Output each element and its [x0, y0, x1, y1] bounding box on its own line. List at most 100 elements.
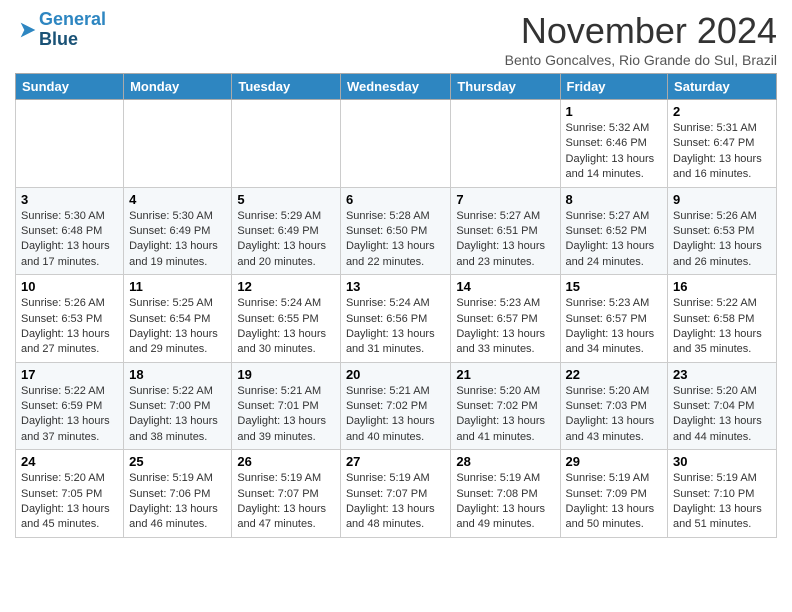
title-block: November 2024 Bento Goncalves, Rio Grand…	[505, 10, 777, 68]
calendar-day-cell: 12 Sunrise: 5:24 AM Sunset: 6:55 PM Dayli…	[232, 275, 341, 363]
calendar-day-cell: 1 Sunrise: 5:32 AM Sunset: 6:46 PM Daylig…	[560, 100, 668, 188]
month-title: November 2024	[505, 10, 777, 52]
calendar-day-cell	[451, 100, 560, 188]
day-number: 15	[566, 279, 663, 294]
day-number: 28	[456, 454, 554, 469]
day-number: 3	[21, 192, 118, 207]
calendar-day-cell: 26 Sunrise: 5:19 AM Sunset: 7:07 PM Dayli…	[232, 450, 341, 538]
logo-line2: Blue	[39, 29, 78, 49]
calendar-week-row: 1 Sunrise: 5:32 AM Sunset: 6:46 PM Daylig…	[16, 100, 777, 188]
day-number: 11	[129, 279, 226, 294]
day-number: 25	[129, 454, 226, 469]
day-info: Sunrise: 5:30 AM Sunset: 6:48 PM Dayligh…	[21, 209, 118, 271]
calendar-day-cell: 15 Sunrise: 5:23 AM Sunset: 6:57 PM Dayli…	[560, 275, 668, 363]
calendar-day-header: Friday	[560, 74, 668, 100]
day-info: Sunrise: 5:19 AM Sunset: 7:09 PM Dayligh…	[566, 471, 663, 533]
calendar-day-cell	[16, 100, 124, 188]
day-info: Sunrise: 5:19 AM Sunset: 7:08 PM Dayligh…	[456, 471, 554, 533]
calendar-table: SundayMondayTuesdayWednesdayThursdayFrid…	[15, 73, 777, 538]
calendar-day-cell	[232, 100, 341, 188]
logo-text: General Blue	[39, 10, 106, 50]
calendar-week-row: 10 Sunrise: 5:26 AM Sunset: 6:53 PM Dayli…	[16, 275, 777, 363]
day-number: 26	[237, 454, 335, 469]
logo-line1: General	[39, 9, 106, 29]
day-info: Sunrise: 5:26 AM Sunset: 6:53 PM Dayligh…	[21, 296, 118, 358]
day-number: 30	[673, 454, 771, 469]
calendar-day-cell: 18Sunrise: 5:22 AM Sunset: 7:00 PM Dayli…	[124, 362, 232, 450]
calendar-day-cell	[340, 100, 450, 188]
calendar-day-cell: 16Sunrise: 5:22 AM Sunset: 6:58 PM Dayli…	[668, 275, 777, 363]
calendar-day-cell: 5Sunrise: 5:29 AM Sunset: 6:49 PM Daylig…	[232, 187, 341, 275]
calendar-day-cell: 23 Sunrise: 5:20 AM Sunset: 7:04 PM Dayli…	[668, 362, 777, 450]
day-number: 27	[346, 454, 445, 469]
day-info: Sunrise: 5:19 AM Sunset: 7:07 PM Dayligh…	[237, 471, 335, 533]
day-info: Sunrise: 5:20 AM Sunset: 7:05 PM Dayligh…	[21, 471, 118, 533]
day-number: 18	[129, 367, 226, 382]
calendar-day-header: Sunday	[16, 74, 124, 100]
day-number: 22	[566, 367, 663, 382]
day-info: Sunrise: 5:19 AM Sunset: 7:10 PM Dayligh…	[673, 471, 771, 533]
calendar-week-row: 3 Sunrise: 5:30 AM Sunset: 6:48 PM Daylig…	[16, 187, 777, 275]
calendar-day-header: Saturday	[668, 74, 777, 100]
day-number: 24	[21, 454, 118, 469]
calendar-day-cell: 3 Sunrise: 5:30 AM Sunset: 6:48 PM Daylig…	[16, 187, 124, 275]
day-number: 1	[566, 104, 663, 119]
day-info: Sunrise: 5:21 AM Sunset: 7:02 PM Dayligh…	[346, 384, 445, 446]
day-number: 9	[673, 192, 771, 207]
location-subtitle: Bento Goncalves, Rio Grande do Sul, Braz…	[505, 52, 777, 68]
day-info: Sunrise: 5:32 AM Sunset: 6:46 PM Dayligh…	[566, 121, 663, 183]
calendar-day-cell	[124, 100, 232, 188]
calendar-day-cell: 24 Sunrise: 5:20 AM Sunset: 7:05 PM Dayli…	[16, 450, 124, 538]
calendar-day-cell: 28 Sunrise: 5:19 AM Sunset: 7:08 PM Dayli…	[451, 450, 560, 538]
day-info: Sunrise: 5:21 AM Sunset: 7:01 PM Dayligh…	[237, 384, 335, 446]
calendar-day-cell: 10 Sunrise: 5:26 AM Sunset: 6:53 PM Dayli…	[16, 275, 124, 363]
day-number: 21	[456, 367, 554, 382]
calendar-day-cell: 14 Sunrise: 5:23 AM Sunset: 6:57 PM Dayli…	[451, 275, 560, 363]
calendar-day-header: Monday	[124, 74, 232, 100]
day-info: Sunrise: 5:24 AM Sunset: 6:55 PM Dayligh…	[237, 296, 335, 358]
calendar-day-header: Wednesday	[340, 74, 450, 100]
day-number: 23	[673, 367, 771, 382]
day-info: Sunrise: 5:20 AM Sunset: 7:03 PM Dayligh…	[566, 384, 663, 446]
day-number: 16	[673, 279, 771, 294]
day-info: Sunrise: 5:22 AM Sunset: 6:59 PM Dayligh…	[21, 384, 118, 446]
calendar-day-cell: 20Sunrise: 5:21 AM Sunset: 7:02 PM Dayli…	[340, 362, 450, 450]
day-info: Sunrise: 5:20 AM Sunset: 7:04 PM Dayligh…	[673, 384, 771, 446]
day-number: 12	[237, 279, 335, 294]
header: General Blue November 2024 Bento Goncalv…	[15, 10, 777, 68]
day-number: 19	[237, 367, 335, 382]
day-info: Sunrise: 5:28 AM Sunset: 6:50 PM Dayligh…	[346, 209, 445, 271]
main-container: General Blue November 2024 Bento Goncalv…	[0, 0, 792, 548]
calendar-day-cell: 9 Sunrise: 5:26 AM Sunset: 6:53 PM Daylig…	[668, 187, 777, 275]
calendar-day-header: Tuesday	[232, 74, 341, 100]
day-info: Sunrise: 5:23 AM Sunset: 6:57 PM Dayligh…	[566, 296, 663, 358]
calendar-day-cell: 27 Sunrise: 5:19 AM Sunset: 7:07 PM Dayli…	[340, 450, 450, 538]
calendar-day-cell: 30 Sunrise: 5:19 AM Sunset: 7:10 PM Dayli…	[668, 450, 777, 538]
day-number: 10	[21, 279, 118, 294]
calendar-day-cell: 2Sunrise: 5:31 AM Sunset: 6:47 PM Daylig…	[668, 100, 777, 188]
day-info: Sunrise: 5:31 AM Sunset: 6:47 PM Dayligh…	[673, 121, 771, 183]
day-number: 7	[456, 192, 554, 207]
calendar-day-cell: 6Sunrise: 5:28 AM Sunset: 6:50 PM Daylig…	[340, 187, 450, 275]
day-info: Sunrise: 5:23 AM Sunset: 6:57 PM Dayligh…	[456, 296, 554, 358]
calendar-day-cell: 8 Sunrise: 5:27 AM Sunset: 6:52 PM Daylig…	[560, 187, 668, 275]
day-info: Sunrise: 5:20 AM Sunset: 7:02 PM Dayligh…	[456, 384, 554, 446]
calendar-day-cell: 4Sunrise: 5:30 AM Sunset: 6:49 PM Daylig…	[124, 187, 232, 275]
calendar-day-cell: 7 Sunrise: 5:27 AM Sunset: 6:51 PM Daylig…	[451, 187, 560, 275]
day-info: Sunrise: 5:30 AM Sunset: 6:49 PM Dayligh…	[129, 209, 226, 271]
day-info: Sunrise: 5:25 AM Sunset: 6:54 PM Dayligh…	[129, 296, 226, 358]
logo: General Blue	[15, 10, 106, 50]
day-info: Sunrise: 5:26 AM Sunset: 6:53 PM Dayligh…	[673, 209, 771, 271]
day-info: Sunrise: 5:29 AM Sunset: 6:49 PM Dayligh…	[237, 209, 335, 271]
day-number: 8	[566, 192, 663, 207]
calendar-day-cell: 13Sunrise: 5:24 AM Sunset: 6:56 PM Dayli…	[340, 275, 450, 363]
day-info: Sunrise: 5:27 AM Sunset: 6:52 PM Dayligh…	[566, 209, 663, 271]
day-info: Sunrise: 5:27 AM Sunset: 6:51 PM Dayligh…	[456, 209, 554, 271]
day-number: 29	[566, 454, 663, 469]
day-number: 14	[456, 279, 554, 294]
logo-icon	[17, 19, 39, 41]
calendar-week-row: 24 Sunrise: 5:20 AM Sunset: 7:05 PM Dayli…	[16, 450, 777, 538]
calendar-day-header: Thursday	[451, 74, 560, 100]
day-info: Sunrise: 5:19 AM Sunset: 7:07 PM Dayligh…	[346, 471, 445, 533]
calendar-day-cell: 25Sunrise: 5:19 AM Sunset: 7:06 PM Dayli…	[124, 450, 232, 538]
